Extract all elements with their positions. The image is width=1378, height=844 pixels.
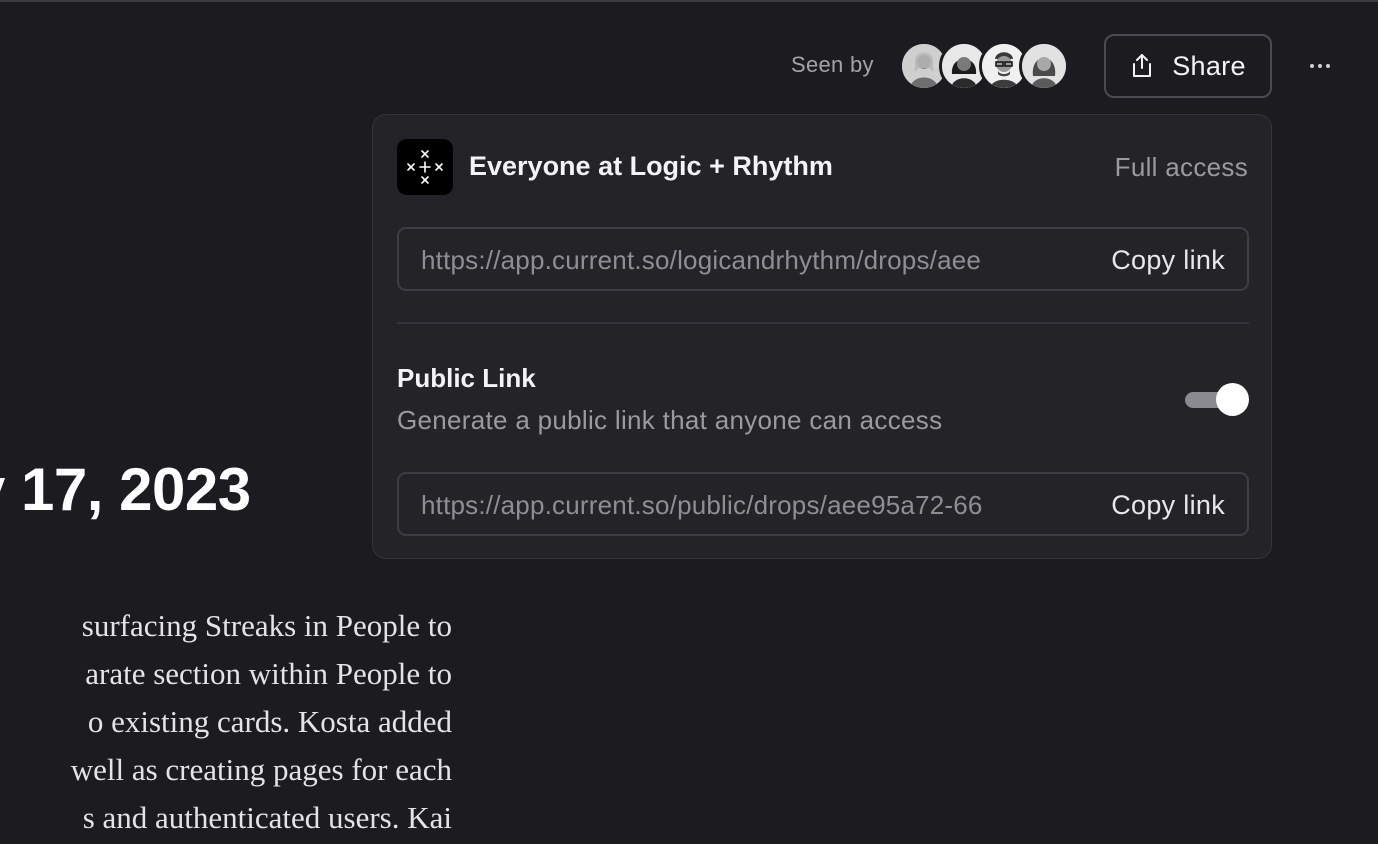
share-popover: Everyone at Logic + Rhythm Full access h… [372,114,1272,559]
public-link-description: Generate a public link that anyone can a… [397,405,943,435]
public-link-title: Public Link [397,363,536,393]
toggle-knob [1216,383,1249,416]
copy-public-link-button[interactable]: Copy link [1111,490,1225,521]
document-line: surfacing Streaks in People to [81,608,452,643]
more-icon [1310,64,1314,68]
org-link-url[interactable]: https://app.current.so/logicandrhythm/dr… [421,245,1059,277]
org-link-field[interactable]: https://app.current.so/logicandrhythm/dr… [397,227,1249,291]
document-date-heading: y 17, 2023 [0,456,251,523]
document-line: s and authenticated users. Kai [82,800,452,835]
access-level-select[interactable]: Full access [1115,152,1248,183]
share-icon [1133,54,1152,77]
avatar[interactable] [1019,41,1069,91]
public-link-url[interactable]: https://app.current.so/public/drops/aee9… [421,490,1059,522]
document-line: arate section within People to [85,656,452,691]
public-link-field[interactable]: https://app.current.so/public/drops/aee9… [397,472,1249,536]
window-top-border [0,0,1378,2]
copy-org-link-button[interactable]: Copy link [1111,245,1225,276]
divider [397,322,1249,324]
share-button[interactable]: Share [1104,34,1272,98]
org-logo-icon [397,139,453,195]
seen-by-avatars[interactable] [899,41,1069,91]
document-line: well as creating pages for each [70,752,452,787]
document-line: o existing cards. Kosta added [87,704,452,739]
share-button-label: Share [1172,50,1246,81]
public-link-toggle[interactable] [1183,383,1249,417]
more-options-button[interactable] [1298,50,1342,82]
document-body: surfacing Streaks in People to arate sec… [0,602,452,844]
seen-by-label: Seen by [791,52,874,77]
org-name: Everyone at Logic + Rhythm [469,151,833,181]
